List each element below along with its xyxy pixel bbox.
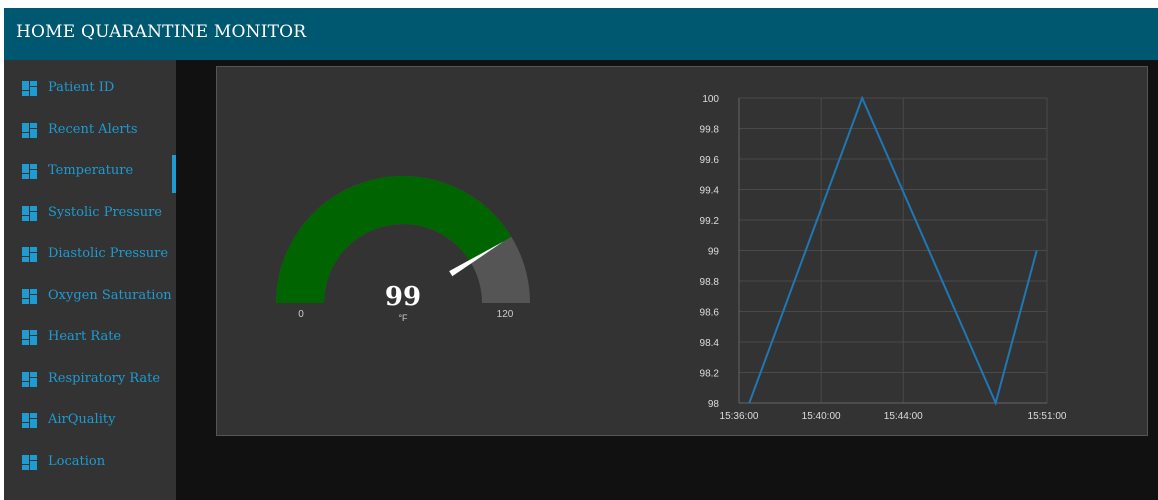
- x-tick-label: 15:51:00: [1028, 411, 1067, 422]
- sidebar-item-systolic-pressure[interactable]: Systolic Pressure: [4, 193, 176, 234]
- sidebar-item-label: Respiratory Rate: [48, 370, 161, 386]
- y-tick-label: 99.2: [700, 216, 720, 227]
- sidebar-item-label: Diastolic Pressure: [48, 246, 169, 261]
- sidebar-item-temperature[interactable]: Temperature: [4, 151, 176, 193]
- y-tick-label: 99.4: [700, 186, 720, 197]
- dashboard-icon: [22, 330, 37, 345]
- y-tick-label: 98.2: [700, 369, 720, 380]
- y-tick-label: 99.8: [700, 125, 720, 136]
- dashboard-icon: [22, 454, 37, 470]
- dashboard-icon: [22, 371, 37, 387]
- y-tick-label: 98.4: [700, 338, 720, 349]
- dashboard-icon: [22, 288, 37, 304]
- dashboard-icon: [22, 122, 37, 138]
- sidebar-item-label: Temperature: [48, 163, 134, 178]
- y-tick-label: 99.6: [700, 155, 720, 166]
- temperature-line-chart: 98 98.2 98.4 98.6 98.8 99 99.2 99.4 99.6 99.8 100 1…: [700, 94, 1067, 422]
- app-window: HOME QUARANTINE MONITOR Patient ID Recent…: [4, 8, 1158, 500]
- sidebar-item-patient-id[interactable]: Patient ID: [4, 68, 176, 109]
- dashboard-icon: [22, 81, 37, 96]
- sidebar-item-heart-rate[interactable]: Heart Rate: [4, 317, 176, 358]
- sidebar-item-diastolic-pressure[interactable]: Diastolic Pressure: [4, 234, 176, 275]
- sidebar-item-respiratory-rate[interactable]: Respiratory Rate: [4, 359, 176, 400]
- sidebar-item-recent-alerts[interactable]: Recent Alerts: [4, 110, 176, 151]
- sidebar-item-airquality[interactable]: AirQuality: [4, 400, 176, 441]
- sidebar-item-label: Recent Alerts: [48, 121, 138, 137]
- sidebar-item-label: Oxygen Saturation: [48, 287, 172, 303]
- x-tick-label: 15:40:00: [802, 411, 841, 422]
- sidebar-item-label: Location: [48, 453, 106, 469]
- page-title: HOME QUARANTINE MONITOR: [16, 22, 307, 42]
- x-tick-label: 15:44:00: [884, 411, 923, 422]
- sidebar-item-label: Patient ID: [48, 80, 115, 95]
- dashboard-icon: [22, 413, 37, 428]
- temperature-panel: 99 °F 0 120 98 98.2 98.4 98.6 98.8 99 99.2 99.4…: [216, 66, 1148, 436]
- y-tick-label: 98.8: [700, 277, 720, 288]
- y-tick-label: 98.6: [700, 308, 720, 319]
- y-tick-label: 100: [702, 94, 719, 105]
- dashboard-icon: [22, 247, 37, 262]
- sidebar-item-label: Systolic Pressure: [48, 204, 162, 220]
- header-bar: HOME QUARANTINE MONITOR: [4, 8, 1158, 60]
- active-indicator: [172, 155, 176, 193]
- y-tick-label: 98: [708, 399, 720, 410]
- y-tick-label: 99: [708, 247, 720, 258]
- sidebar-item-oxygen-saturation[interactable]: Oxygen Saturation: [4, 276, 176, 317]
- dashboard-icon: [22, 205, 37, 221]
- sidebar: Patient ID Recent Alerts Temperature Systol…: [4, 60, 176, 500]
- x-tick-label: 15:36:00: [720, 411, 759, 422]
- sidebar-item-label: AirQuality: [48, 412, 116, 427]
- dashboard-icon: [22, 164, 37, 179]
- sidebar-item-label: Heart Rate: [48, 329, 122, 344]
- sidebar-item-location[interactable]: Location: [4, 442, 176, 483]
